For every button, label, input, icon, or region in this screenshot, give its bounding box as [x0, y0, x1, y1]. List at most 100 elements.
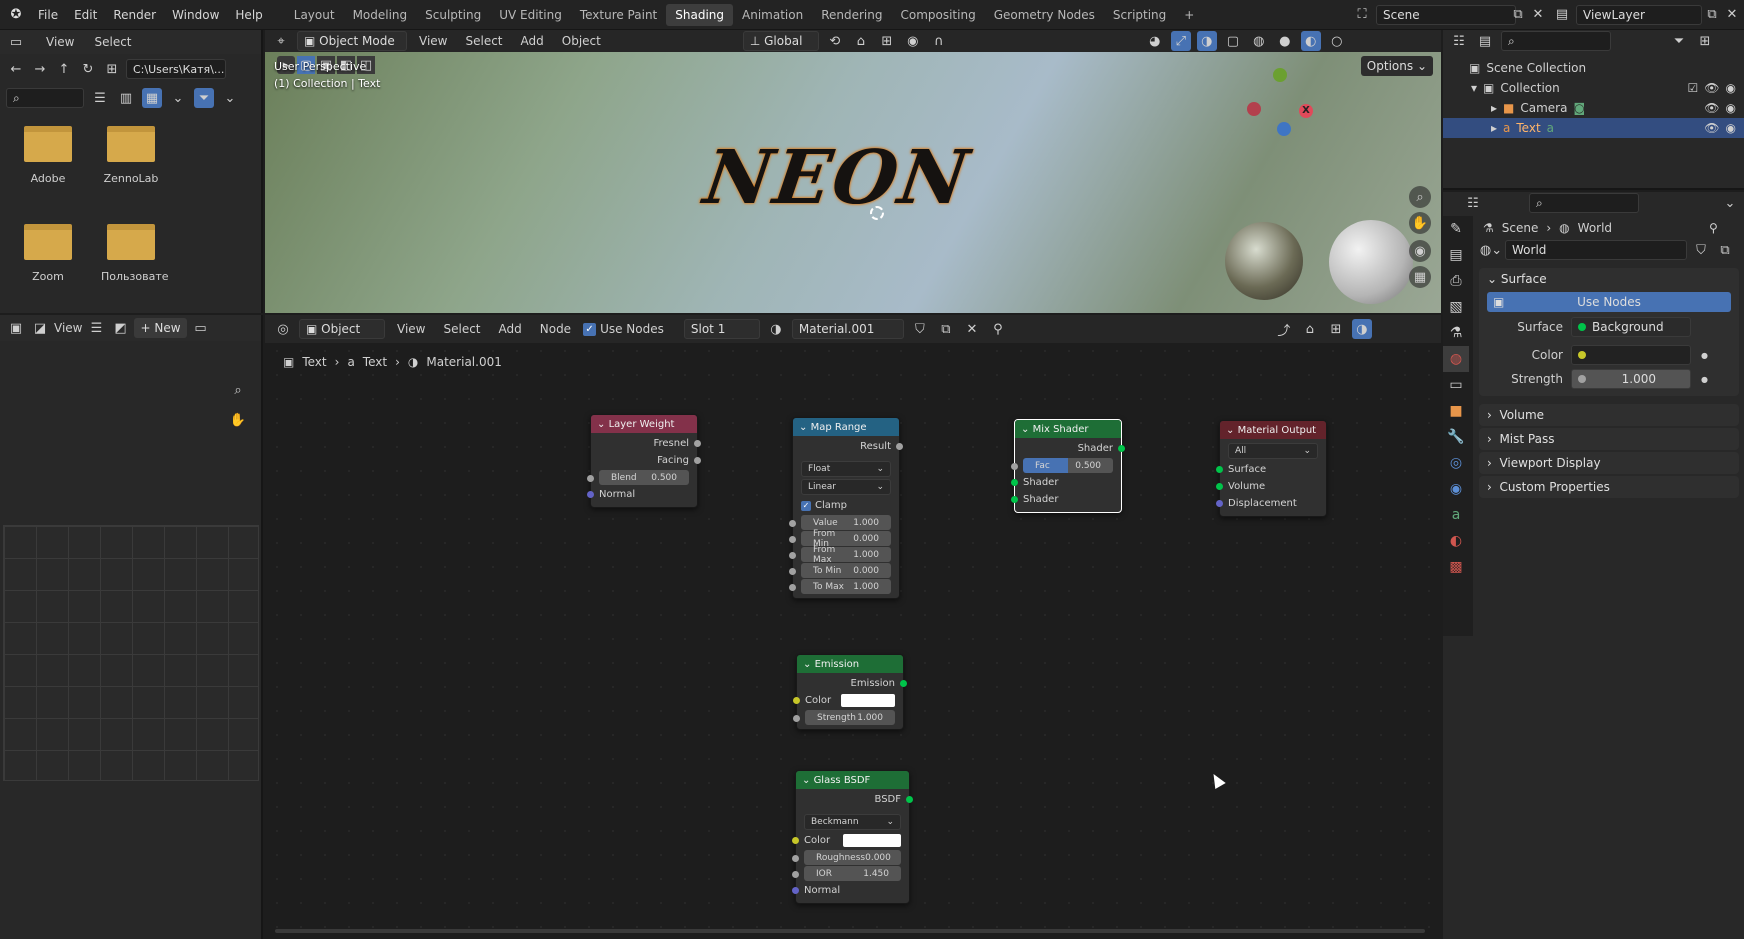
socket-dot[interactable] — [789, 584, 796, 591]
material-output-node[interactable]: ⌄ Material Output All ⌄ Surface Volume Di… — [1216, 420, 1327, 517]
scene-tab-icon[interactable]: ⚗ — [1443, 320, 1469, 346]
filter-options-icon[interactable]: ⌄ — [220, 88, 240, 108]
view-layer-selector[interactable]: ViewLayer — [1576, 4, 1702, 25]
node-menu-node[interactable]: Node — [534, 322, 577, 336]
pivot-icon[interactable]: ⟲ — [825, 31, 845, 51]
socket-dot[interactable] — [792, 871, 799, 878]
map-range-node[interactable]: ⌄ Map Range Result Float ⌄ Linear ⌄ ✓ Clamp… — [789, 417, 903, 599]
transform-orientation-dropdown[interactable]: ⊥ Global — [742, 31, 819, 51]
object-tab-icon[interactable]: ■ — [1443, 398, 1469, 424]
grid-view-icon[interactable]: ▦ — [1409, 266, 1431, 288]
properties-search-input[interactable]: ⌕ — [1529, 193, 1639, 213]
camera-render-icon[interactable]: ◉ — [1726, 121, 1736, 135]
to-max-field[interactable]: To Max 1.000 — [801, 579, 891, 594]
new-view-layer-icon[interactable]: ⧉ — [1702, 5, 1722, 25]
list-horizontal-icon[interactable]: ▥ — [116, 88, 136, 108]
use-nodes-button[interactable]: ▣ Use Nodes — [1487, 292, 1731, 312]
outliner-row-text[interactable]: ▸ a Text a 👁 ◉ — [1443, 118, 1744, 138]
viewport-canvas[interactable]: ▸ ▢ ▣ ◧ ◫ Options ⌄ User Perspective (1)… — [265, 52, 1441, 313]
xray-icon[interactable]: ▢ — [1223, 31, 1243, 51]
snap-icon[interactable]: ⌂ — [1300, 319, 1320, 339]
socket-dot[interactable] — [792, 887, 799, 894]
folder-item[interactable]: Пользовате — [101, 224, 169, 283]
collapse-icon[interactable]: ⌄ — [799, 422, 811, 433]
collapsed-panel[interactable]: › Volume — [1479, 404, 1739, 426]
node-editor[interactable]: ◎ ▣ Object View Select Add Node ✓ Use No… — [265, 315, 1441, 939]
menu-file[interactable]: File — [30, 8, 66, 22]
chevron-right-icon[interactable]: ▸ — [1491, 121, 1497, 135]
add-workspace-button[interactable]: + — [1175, 4, 1203, 26]
world-tab-icon[interactable]: ◍ — [1443, 346, 1469, 372]
collection-tab-icon[interactable]: ▭ — [1443, 372, 1469, 398]
emission-node[interactable]: ⌄ Emission Emission Color Strength 1.000 — [793, 654, 907, 730]
socket-dot[interactable] — [1216, 500, 1223, 507]
filter-icon[interactable]: ⏷ — [1669, 31, 1689, 51]
file-menu-select[interactable]: Select — [94, 35, 131, 49]
tab-sculpting[interactable]: Sculpting — [416, 4, 490, 26]
socket-dot[interactable] — [900, 680, 907, 687]
folder-item[interactable]: Adobe — [18, 126, 78, 185]
collapse-icon[interactable]: ⌄ — [1021, 424, 1033, 435]
overlay-toggle-icon[interactable]: ◑ — [1196, 31, 1217, 51]
node-menu-add[interactable]: Add — [493, 322, 528, 336]
new-scene-icon[interactable]: ⧉ — [1508, 5, 1528, 25]
data-tab-icon[interactable]: a — [1443, 502, 1469, 528]
open-image-icon[interactable]: ▭ — [191, 318, 211, 338]
eye-icon[interactable]: 👁 — [1704, 121, 1719, 135]
data-type-dropdown[interactable]: Float ⌄ — [801, 461, 891, 477]
editor-type-icon[interactable]: ▭ — [6, 32, 26, 52]
node-header[interactable]: ⌄ Glass BSDF — [796, 771, 909, 789]
overlay-toggle-icon[interactable]: ◑ — [1351, 319, 1372, 339]
socket-dot[interactable] — [906, 796, 913, 803]
node-menu-view[interactable]: View — [391, 322, 431, 336]
gizmo-toggle-icon[interactable]: ⤢ — [1170, 31, 1191, 51]
gizmo-x-dot[interactable]: X — [1299, 104, 1313, 118]
image-browse-icon[interactable]: ◩ — [110, 318, 130, 338]
duplicate-material-icon[interactable]: ⧉ — [936, 319, 956, 339]
socket-dot[interactable] — [1216, 466, 1223, 473]
color-swatch[interactable] — [843, 834, 901, 847]
tab-layout[interactable]: Layout — [285, 4, 344, 26]
chevron-down-icon[interactable]: ▾ — [1471, 81, 1477, 95]
view-layer-icon[interactable]: ▤ — [1552, 5, 1572, 25]
output-tab-icon[interactable]: ⎙ — [1443, 268, 1469, 294]
node-header[interactable]: ⌄ Layer Weight — [591, 415, 697, 433]
solid-shading-icon[interactable]: ● — [1275, 31, 1295, 51]
socket-dot[interactable] — [1011, 463, 1018, 470]
tab-shading[interactable]: Shading — [666, 3, 733, 26]
eye-icon[interactable]: 👁 — [1704, 101, 1719, 115]
socket-dot[interactable] — [793, 715, 800, 722]
node-header[interactable]: ⌄ Emission — [797, 655, 903, 673]
folder-item[interactable]: Zoom — [18, 224, 78, 283]
tool-tab-icon[interactable]: ✎ — [1443, 216, 1469, 242]
node-header[interactable]: ⌄ Map Range — [793, 418, 899, 436]
camera-render-icon[interactable]: ◉ — [1726, 101, 1736, 115]
snap-target-icon[interactable]: ⊞ — [877, 31, 897, 51]
roughness-field[interactable]: Roughness 0.000 — [804, 850, 901, 865]
pin-icon[interactable]: ⚲ — [1709, 221, 1718, 235]
filter-icon[interactable]: ⏷ — [194, 88, 214, 108]
scene-selector[interactable]: Scene — [1376, 4, 1516, 25]
outliner-row-camera[interactable]: ▸ ■ Camera ◙ 👁 ◉ — [1443, 98, 1744, 118]
file-search-input[interactable]: ⌕ — [6, 88, 84, 108]
tab-rendering[interactable]: Rendering — [812, 4, 891, 26]
new-image-button[interactable]: + New — [134, 318, 187, 338]
physics-tab-icon[interactable]: ◉ — [1443, 476, 1469, 502]
path-field[interactable]: C:\Users\Катя\... — [126, 59, 226, 79]
new-collection-icon[interactable]: ⊞ — [1695, 31, 1715, 51]
refresh-icon[interactable]: ↻ — [78, 59, 98, 79]
editor-type-icon[interactable]: ☷ — [1463, 193, 1483, 213]
layer-weight-node[interactable]: ⌄ Layer Weight Fresnel Facing Blend 0.500… — [587, 414, 701, 508]
camera-render-icon[interactable]: ◉ — [1726, 81, 1736, 95]
interpolation-dropdown[interactable]: Linear ⌄ — [801, 479, 891, 495]
horizontal-scrollbar[interactable] — [275, 929, 1425, 933]
socket-dot[interactable] — [1011, 479, 1018, 486]
parent-node-tree-icon[interactable]: ⤴ — [1274, 319, 1294, 339]
socket-dot[interactable] — [789, 520, 796, 527]
texture-tab-icon[interactable]: ▩ — [1443, 554, 1469, 580]
node-header[interactable]: ⌄ Mix Shader — [1015, 420, 1121, 438]
glass-bsdf-node[interactable]: ⌄ Glass BSDF BSDF Beckmann ⌄ Color Roughn… — [792, 770, 913, 904]
socket-dot[interactable] — [789, 552, 796, 559]
file-menu-view[interactable]: View — [46, 35, 74, 49]
hand-pan-icon[interactable]: ✋ — [228, 410, 248, 430]
